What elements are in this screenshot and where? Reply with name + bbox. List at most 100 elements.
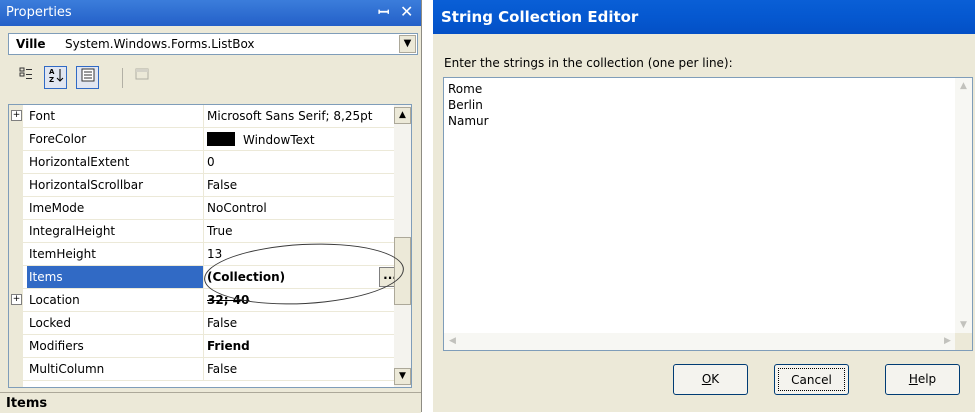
events-icon[interactable] — [130, 66, 153, 89]
property-name: HorizontalExtent — [29, 155, 130, 169]
scrollbar-thumb[interactable] — [394, 237, 411, 305]
property-row[interactable]: Modifiers Friend — [9, 335, 403, 358]
categorized-icon[interactable] — [14, 66, 37, 89]
property-row[interactable]: + Font Microsoft Sans Serif; 8,25pt — [9, 105, 403, 128]
property-name: ImeMode — [29, 201, 85, 215]
properties-title: Properties — [6, 5, 72, 20]
property-value-text: Microsoft Sans Serif; 8,25pt — [207, 109, 373, 123]
property-row[interactable]: ForeColor WindowText — [9, 128, 403, 151]
property-value-text: True — [207, 224, 233, 238]
svg-text:A: A — [49, 68, 55, 76]
column-divider — [203, 128, 204, 151]
chevron-down-icon[interactable]: ▼ — [399, 35, 416, 53]
property-value[interactable]: Friend — [207, 339, 250, 353]
property-value-text: WindowText — [243, 133, 315, 147]
property-name: Font — [29, 109, 56, 123]
property-value[interactable]: True — [207, 224, 233, 238]
pin-icon[interactable]: ꟷ — [378, 3, 389, 22]
property-value[interactable]: 0 — [207, 155, 215, 169]
property-row[interactable]: HorizontalScrollbar False — [9, 174, 403, 197]
scroll-right-icon[interactable]: ▶ — [939, 333, 956, 350]
property-value[interactable]: WindowText — [207, 132, 315, 147]
textarea-vscroll[interactable]: ▲ ▼ — [955, 78, 972, 334]
alphabetical-icon[interactable]: AZ — [44, 66, 67, 89]
property-row[interactable]: HorizontalExtent 0 — [9, 151, 403, 174]
property-name: IntegralHeight — [29, 224, 116, 238]
scroll-corner — [955, 333, 972, 350]
description-title: Items — [6, 396, 48, 411]
properties-icon[interactable] — [76, 66, 99, 89]
color-swatch — [207, 132, 235, 146]
property-value-text: 13 — [207, 247, 223, 261]
string-collection-editor: String Collection Editor Enter the strin… — [433, 0, 975, 412]
property-value[interactable]: NoControl — [207, 201, 267, 215]
property-value[interactable]: False — [207, 316, 237, 330]
property-value-text: False — [207, 362, 238, 376]
column-divider — [203, 312, 204, 335]
help-button[interactable]: Help — [885, 364, 960, 395]
column-divider — [203, 335, 204, 358]
properties-panel: Properties ꟷ ✕ Ville System.Windows.Form… — [0, 0, 422, 413]
property-value-text: (Collection) — [207, 270, 286, 284]
property-row[interactable]: ItemHeight 13 — [9, 243, 403, 266]
object-name: Ville — [16, 37, 46, 51]
column-divider — [203, 243, 204, 266]
dialog-title: String Collection Editor — [441, 8, 639, 26]
button-label: Help — [908, 372, 937, 386]
column-divider — [203, 151, 204, 174]
property-row[interactable]: ImeMode NoControl — [9, 197, 403, 220]
property-row[interactable]: MultiColumn False — [9, 358, 403, 381]
property-row[interactable]: Items (Collection)... — [9, 266, 403, 289]
expand-icon[interactable]: + — [11, 294, 22, 305]
object-selector[interactable]: Ville System.Windows.Forms.ListBox ▼ — [8, 33, 418, 55]
description-pane: Items — [0, 392, 421, 413]
column-divider — [203, 174, 204, 197]
cancel-button[interactable]: Cancel — [774, 364, 849, 395]
property-name: Locked — [29, 316, 71, 330]
property-value-text: Friend — [207, 339, 250, 353]
close-icon[interactable]: ✕ — [400, 2, 413, 21]
string-line: Berlin — [448, 98, 483, 112]
property-row[interactable]: Locked False — [9, 312, 403, 335]
property-value[interactable]: Microsoft Sans Serif; 8,25pt — [207, 109, 372, 123]
scroll-up-icon[interactable]: ▲ — [394, 107, 411, 124]
strings-lines: Rome Berlin Namur — [448, 81, 489, 129]
property-value-text: NoControl — [207, 201, 267, 215]
scroll-down-icon[interactable]: ▼ — [955, 317, 972, 334]
column-divider — [203, 105, 204, 128]
textarea-hscroll[interactable]: ◀ ▶ — [444, 333, 956, 350]
column-divider — [203, 289, 204, 312]
property-value[interactable]: 32; 40 — [207, 293, 249, 307]
scroll-up-icon[interactable]: ▲ — [955, 78, 972, 95]
property-value-text: False — [207, 178, 238, 192]
dialog-titlebar: String Collection Editor — [433, 0, 975, 34]
expand-icon[interactable]: + — [11, 110, 22, 121]
property-value[interactable]: 13 — [207, 247, 222, 261]
strings-textarea[interactable]: Rome Berlin Namur ▲ ▼ ◀ ▶ — [443, 77, 973, 351]
property-row[interactable]: IntegralHeight True — [9, 220, 403, 243]
scroll-down-icon[interactable]: ▼ — [394, 368, 411, 385]
cancel-button-label: Cancel — [778, 368, 845, 391]
property-value[interactable]: False — [207, 362, 237, 376]
property-grid: + Font Microsoft Sans Serif; 8,25pt ForeCol… — [8, 104, 404, 388]
property-value-text: 0 — [207, 155, 215, 169]
property-value[interactable]: (Collection) — [207, 270, 285, 284]
column-divider — [203, 358, 204, 381]
property-name: ForeColor — [29, 132, 87, 146]
property-name: Location — [29, 293, 80, 307]
button-label: OK — [701, 372, 720, 386]
property-row[interactable]: + Location 32; 40 — [9, 289, 403, 312]
object-type: System.Windows.Forms.ListBox — [65, 37, 255, 51]
dialog-prompt: Enter the strings in the collection (one… — [444, 56, 733, 70]
string-line: Rome — [448, 82, 483, 96]
property-name: MultiColumn — [29, 362, 105, 376]
scroll-left-icon[interactable]: ◀ — [444, 333, 461, 350]
string-line: Namur — [448, 114, 489, 128]
property-value[interactable]: False — [207, 178, 237, 192]
property-name: ItemHeight — [29, 247, 96, 261]
svg-text:Z: Z — [49, 76, 54, 83]
toolbar-separator — [122, 68, 123, 88]
column-divider — [203, 220, 204, 243]
ok-button[interactable]: OK — [673, 364, 748, 395]
property-grid-scrollbar[interactable]: ▲ ▼ — [394, 104, 412, 388]
